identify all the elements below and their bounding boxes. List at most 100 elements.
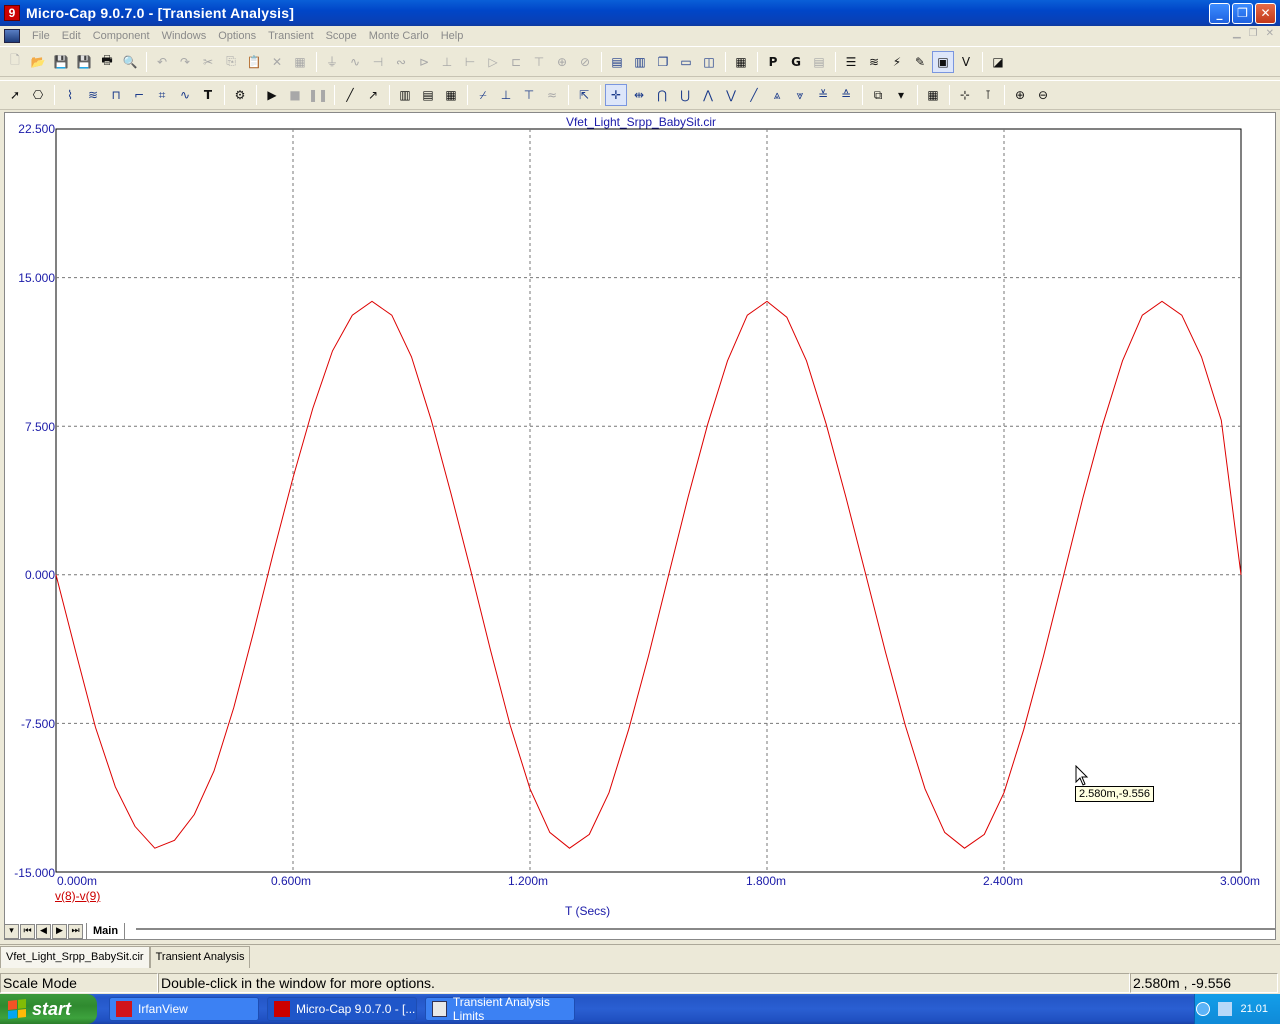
cursor-1-icon[interactable]: ⌿ [472, 84, 494, 106]
plot-window[interactable]: Vfet_Light_Srpp_BabySit.cir 22.500 15.00… [4, 112, 1276, 940]
capacitor-icon[interactable]: ⊣ [367, 51, 389, 73]
show-hidden-icons-icon[interactable] [1196, 1002, 1211, 1016]
dropdown-icon[interactable]: ▾ [890, 84, 912, 106]
menu-help[interactable]: Help [435, 30, 470, 42]
save-icon[interactable]: 💾 [50, 51, 72, 73]
select-all-icon[interactable]: ▦ [289, 51, 311, 73]
window-icon[interactable]: ▭ [675, 51, 697, 73]
stop-icon[interactable]: ■ [284, 84, 306, 106]
global-high-icon[interactable]: ⩓ [766, 84, 788, 106]
split-window-icon[interactable]: ◫ [698, 51, 720, 73]
switch-icon[interactable]: ⊏ [505, 51, 527, 73]
diode-icon[interactable]: ⊳ [413, 51, 435, 73]
net-icon[interactable]: ⊓ [105, 84, 127, 106]
opamp-icon[interactable]: ▷ [482, 51, 504, 73]
menu-component[interactable]: Component [87, 30, 156, 42]
menu-options[interactable]: Options [212, 30, 262, 42]
network-icon[interactable] [1218, 1002, 1233, 1016]
tag-icon[interactable]: ⧉ [867, 84, 889, 106]
properties-icon[interactable]: ☰ [840, 51, 862, 73]
menu-edit[interactable]: Edit [56, 30, 87, 42]
jfet-icon[interactable]: ⊤ [528, 51, 550, 73]
cursor-mode-icon[interactable]: ⇹ [628, 84, 650, 106]
probe-icon[interactable]: ⚡ [886, 51, 908, 73]
calculator-icon[interactable]: ▦ [730, 51, 752, 73]
mdi-minimize-icon[interactable]: ▁ [1233, 28, 1241, 39]
node-icon[interactable]: ⌗ [151, 84, 173, 106]
line-arrow-icon[interactable]: ↗ [362, 84, 384, 106]
cursor-4-icon[interactable]: ≈ [541, 84, 563, 106]
save-all-icon[interactable]: 💾 [73, 51, 95, 73]
slope-icon[interactable]: ╱ [743, 84, 765, 106]
cursor-2-icon[interactable]: ⊥ [495, 84, 517, 106]
inductor-icon[interactable]: ∾ [390, 51, 412, 73]
print-icon[interactable]: 🖶 [96, 51, 118, 73]
trace-name[interactable]: v(8)-v(9) [55, 889, 100, 903]
cursor-3-icon[interactable]: ⊤ [518, 84, 540, 106]
menu-file[interactable]: File [26, 30, 56, 42]
app-icon[interactable]: 9 [4, 5, 20, 21]
inflection-icon[interactable]: ≚ [812, 84, 834, 106]
table-3-icon[interactable]: ▦ [440, 84, 462, 106]
tokens-icon[interactable]: ⊺ [977, 84, 999, 106]
close-button[interactable]: ✕ [1255, 3, 1276, 24]
document-icon[interactable] [4, 28, 20, 43]
valley-icon[interactable]: ⋃ [674, 84, 696, 106]
wire-icon[interactable]: ⌇ [59, 84, 81, 106]
peak-icon[interactable]: ⋂ [651, 84, 673, 106]
mdi-restore-icon[interactable]: ❐ [1249, 28, 1258, 39]
table-2-icon[interactable]: ▤ [417, 84, 439, 106]
prev-sheet-icon[interactable]: ◀ [36, 923, 51, 939]
mdi-close-icon[interactable]: ✕ [1266, 28, 1274, 39]
frame-icon[interactable]: ▣ [932, 50, 954, 73]
source-icon[interactable]: ⊕ [551, 51, 573, 73]
copy-icon[interactable]: ⎘ [220, 51, 242, 73]
scale-mode-icon[interactable]: ✛ [605, 84, 627, 106]
print-preview-icon[interactable]: 🔍 [119, 51, 141, 73]
tab-transient-analysis[interactable]: Transient Analysis [149, 946, 251, 968]
open-file-icon[interactable]: 📂 [27, 51, 49, 73]
g-icon[interactable]: G [785, 51, 807, 73]
component-icon[interactable]: ⎔ [27, 84, 49, 106]
cut-icon[interactable]: ✂ [197, 51, 219, 73]
sheet-menu-icon[interactable]: ▾ [4, 923, 19, 939]
task-microcap[interactable]: Micro-Cap 9.0.7.0 - [... [267, 997, 417, 1021]
zoom-in-icon[interactable]: ⊕ [1009, 84, 1031, 106]
tile-vertical-icon[interactable]: ▥ [629, 51, 651, 73]
limits-icon[interactable]: ⚙ [229, 84, 251, 106]
next-sheet-icon[interactable]: ▶ [52, 923, 67, 939]
vd-icon[interactable]: V [955, 51, 977, 73]
last-sheet-icon[interactable]: ⏭ [68, 923, 83, 939]
npn-icon[interactable]: ⊢ [459, 51, 481, 73]
tab-circuit[interactable]: Vfet_Light_Srpp_BabySit.cir [0, 946, 150, 968]
line-icon[interactable]: ╱ [339, 84, 361, 106]
tile-horizontal-icon[interactable]: ▤ [606, 51, 628, 73]
graph-icon[interactable]: ⌐ [128, 84, 150, 106]
bus-icon[interactable]: ≋ [82, 84, 104, 106]
text-icon[interactable]: T [197, 84, 219, 106]
scale-icon[interactable]: ⇱ [573, 84, 595, 106]
battery-icon[interactable]: ⊥ [436, 51, 458, 73]
delete-icon[interactable]: ✕ [266, 51, 288, 73]
global-low-icon[interactable]: ⩔ [789, 84, 811, 106]
menu-scope[interactable]: Scope [320, 30, 363, 42]
p-icon[interactable]: P [762, 51, 784, 73]
pen-icon[interactable]: ✎ [909, 51, 931, 73]
start-button[interactable]: start [0, 994, 97, 1024]
plot-canvas[interactable] [5, 113, 1275, 939]
grid-toggle-icon[interactable]: ▤ [808, 51, 830, 73]
new-file-icon[interactable]: 🗋 [4, 51, 26, 73]
task-transient-limits[interactable]: Transient Analysis Limits [425, 995, 575, 1023]
resistor-icon[interactable]: ∿ [344, 51, 366, 73]
restore-button[interactable]: ❐ [1232, 3, 1253, 24]
horizontal-scrollbar[interactable] [136, 928, 1276, 930]
first-sheet-icon[interactable]: ⏮ [20, 923, 35, 939]
zoom-out-icon[interactable]: ⊖ [1032, 84, 1054, 106]
low-icon[interactable]: ⋁ [720, 84, 742, 106]
paste-icon[interactable]: 📋 [243, 51, 265, 73]
menu-transient[interactable]: Transient [262, 30, 319, 42]
run-icon[interactable]: ▶ [261, 84, 283, 106]
pause-icon[interactable]: ❚❚ [307, 84, 329, 106]
task-irfanview[interactable]: IrfanView [109, 997, 259, 1021]
numeric-table-icon[interactable]: ▦ [922, 84, 944, 106]
